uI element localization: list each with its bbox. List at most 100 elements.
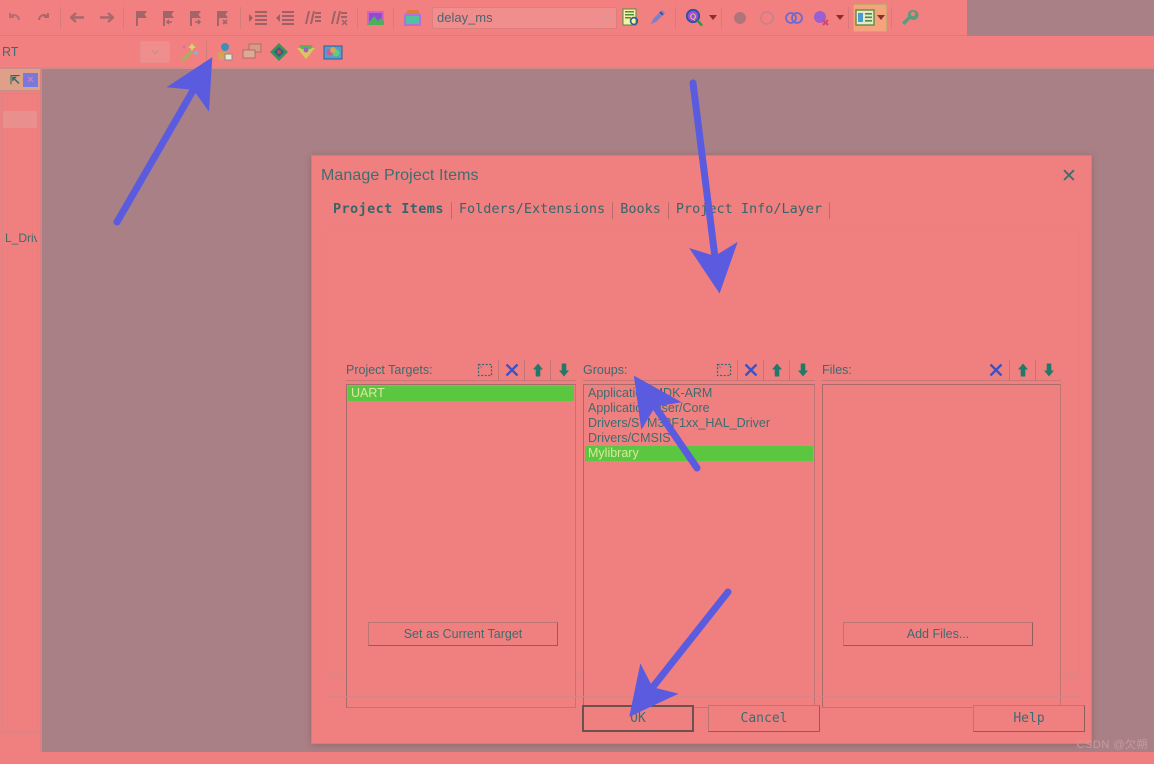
set-as-current-target-button[interactable]: Set as Current Target	[368, 622, 558, 646]
files-list[interactable]	[822, 384, 1061, 708]
link-icon[interactable]	[780, 4, 807, 32]
move-target-up-icon[interactable]	[524, 359, 550, 381]
toolbar-separator	[357, 6, 358, 29]
watermark: CSDN @欠朔	[1076, 739, 1148, 751]
status-bar	[0, 752, 1154, 764]
build-toolbar: RT	[0, 36, 1154, 69]
move-target-down-icon[interactable]	[550, 359, 576, 381]
delete-group-icon[interactable]	[737, 359, 763, 381]
breakpoint-disabled-icon[interactable]	[753, 4, 780, 32]
toolbar-separator	[393, 6, 394, 29]
list-item[interactable]: Mylibrary	[585, 446, 813, 461]
target-select-combo[interactable]	[140, 40, 170, 63]
manage-project-items-icon[interactable]	[853, 3, 887, 32]
tree-row[interactable]	[3, 94, 37, 111]
back-icon[interactable]	[65, 4, 92, 32]
chevron-down-icon[interactable]	[602, 13, 612, 23]
breakpoint-icon[interactable]	[726, 4, 753, 32]
move-file-down-icon[interactable]	[1035, 359, 1061, 381]
project-window-icon[interactable]	[398, 4, 428, 32]
indent-right-icon[interactable]	[245, 4, 272, 32]
bookmark-prev-icon[interactable]	[155, 4, 182, 32]
tree-row[interactable]	[3, 145, 37, 162]
tree-row[interactable]: L_Driv	[3, 230, 37, 247]
groups-list[interactable]: Application/MDK-ARM Application/User/Cor…	[583, 384, 815, 708]
target-name-label: RT	[2, 44, 19, 59]
help-button[interactable]: Help	[973, 705, 1085, 732]
insert-bookmark-icon[interactable]	[362, 4, 389, 32]
project-tree[interactable]: L_Driv	[2, 93, 38, 733]
move-group-up-icon[interactable]	[763, 359, 789, 381]
project-targets-header: Project Targets:	[346, 359, 576, 381]
browse-symbol-icon[interactable]	[644, 4, 671, 32]
bookmark-toggle-icon[interactable]	[128, 4, 155, 32]
find-in-files-icon[interactable]	[617, 4, 644, 32]
toolbar-separator	[206, 40, 207, 63]
groups-header: Groups:	[583, 359, 815, 381]
comment-icon[interactable]	[299, 4, 326, 32]
toolbar-separator	[240, 6, 241, 29]
forward-icon[interactable]	[92, 4, 119, 32]
list-item[interactable]: UART	[348, 386, 574, 401]
footer-divider	[325, 696, 1080, 697]
tab-project-info-layer[interactable]: Project Info/Layer	[669, 200, 829, 219]
list-item[interactable]: Drivers/STM32F1xx_HAL_Driver	[585, 416, 813, 431]
new-target-icon[interactable]	[472, 360, 498, 381]
tab-folders-extensions[interactable]: Folders/Extensions	[452, 200, 612, 219]
project-targets-list[interactable]: UART	[346, 384, 576, 708]
list-item[interactable]: Drivers/CMSIS	[585, 431, 813, 446]
manage-project-items-button[interactable]	[211, 38, 238, 66]
select-software-packs-icon[interactable]	[319, 38, 346, 66]
project-targets-toolbar	[472, 359, 576, 381]
files-toolbar	[983, 359, 1061, 381]
magnifier-icon[interactable]: Q	[680, 4, 707, 32]
tab-books[interactable]: Books	[613, 200, 668, 219]
list-item[interactable]: Application/MDK-ARM	[585, 386, 813, 401]
add-files-button[interactable]: Add Files...	[843, 622, 1033, 646]
bookmark-clear-icon[interactable]	[209, 4, 236, 32]
tree-row[interactable]	[3, 162, 37, 179]
toolbar-separator	[721, 6, 722, 29]
groups-toolbar	[711, 359, 815, 381]
symbol-search-value: delay_ms	[437, 10, 493, 25]
close-icon[interactable]: ×	[23, 72, 38, 87]
multi-project-icon[interactable]	[238, 38, 265, 66]
delete-file-icon[interactable]	[983, 360, 1009, 381]
pin-icon[interactable]: ⇱	[10, 73, 20, 87]
close-icon[interactable]: ✕	[1047, 157, 1091, 195]
manage-items-dropdown-caret-icon[interactable]	[877, 15, 885, 20]
list-item[interactable]: Application/User/Core	[585, 401, 813, 416]
pack-installer-icon[interactable]	[265, 38, 292, 66]
toolbar-separator	[891, 6, 892, 29]
files-header: Files:	[822, 359, 1061, 381]
tab-project-items[interactable]: Project Items	[326, 200, 451, 219]
toolbar-separator	[123, 6, 124, 29]
tree-row[interactable]	[3, 111, 37, 128]
tree-row[interactable]	[3, 128, 37, 145]
new-group-icon[interactable]	[711, 360, 737, 381]
undo-icon[interactable]	[2, 4, 29, 32]
cancel-button[interactable]: Cancel	[708, 705, 820, 732]
sidebar-header: ⇱ ×	[0, 69, 40, 91]
tree-row[interactable]	[3, 179, 37, 196]
breakpoints-dropdown-caret-icon[interactable]	[836, 15, 844, 20]
remove-breakpoints-icon[interactable]	[807, 4, 834, 32]
files-label: Files:	[822, 363, 852, 377]
uncomment-icon[interactable]	[326, 4, 353, 32]
symbol-search-combo[interactable]: delay_ms	[432, 6, 617, 29]
toolbar-separator	[60, 6, 61, 29]
indent-left-icon[interactable]	[272, 4, 299, 32]
manage-runtime-env-icon[interactable]	[292, 38, 319, 66]
redo-icon[interactable]	[29, 4, 56, 32]
move-file-up-icon[interactable]	[1009, 359, 1035, 381]
build-wizard-icon[interactable]	[175, 38, 202, 66]
configure-target-icon[interactable]	[896, 4, 923, 32]
move-group-down-icon[interactable]	[789, 359, 815, 381]
tab-divider	[829, 202, 831, 219]
delete-target-icon[interactable]	[498, 359, 524, 381]
bookmark-next-icon[interactable]	[182, 4, 209, 32]
magnifier-dropdown-caret-icon[interactable]	[709, 15, 717, 20]
ok-button[interactable]: OK	[582, 705, 694, 732]
tree-row[interactable]	[3, 213, 37, 230]
tree-row[interactable]	[3, 196, 37, 213]
